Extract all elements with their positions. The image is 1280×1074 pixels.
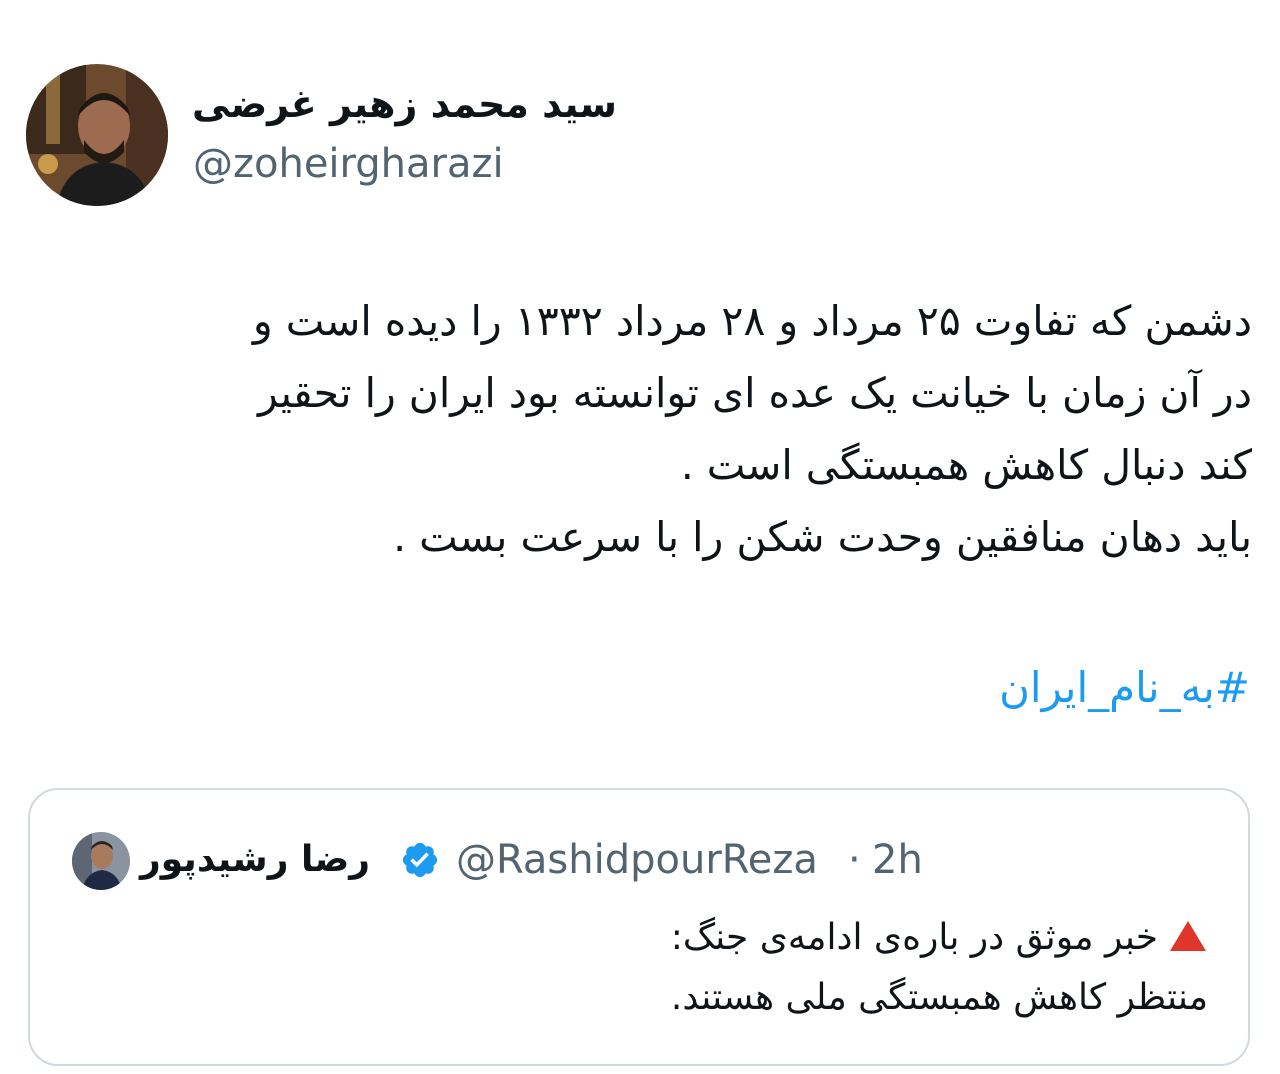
author-handle[interactable]: @zoheirgharazi [193, 138, 504, 190]
quoted-author-handle[interactable]: @RashidpourReza [456, 834, 818, 886]
author-display-name[interactable]: سید محمد زهیر غرضی [192, 78, 617, 130]
quoted-text-line: خبر موثق در باره‌ی ادامه‌ی جنگ: [108, 908, 1208, 968]
tweet-text-line: در آن زمان با خیانت یک عده ای توانسته بو… [257, 369, 1252, 417]
quoted-tweet-time[interactable]: 2h [872, 834, 923, 886]
tweet-card: سید محمد زهیر غرضی @zoheirgharazi دشمن ک… [0, 0, 1280, 1074]
quoted-tweet[interactable]: رضا رشیدپور @RashidpourReza · 2h خبر موث… [28, 788, 1250, 1066]
author-avatar[interactable] [26, 64, 168, 206]
tweet-text-line: کند دنبال کاهش همبستگی است . [680, 441, 1252, 489]
verified-badge-icon [402, 842, 438, 878]
quoted-author-avatar[interactable] [72, 832, 130, 890]
tweet-text-line: دشمن که تفاوت ۲۵ مرداد و ۲۸ مرداد ۱۳۳۲ ر… [252, 297, 1252, 345]
meta-separator: · [848, 837, 861, 883]
tweet-text-line: باید دهان منافقین وحدت شکن را با سرعت بس… [393, 513, 1252, 561]
tweet-text: دشمن که تفاوت ۲۵ مرداد و ۲۸ مرداد ۱۳۳۲ ر… [40, 285, 1252, 573]
quoted-author-name[interactable]: رضا رشیدپور [140, 834, 370, 886]
quoted-text-line: منتظر کاهش همبستگی ملی هستند. [670, 977, 1208, 1018]
quoted-tweet-text: خبر موثق در باره‌ی ادامه‌ی جنگ: منتظر کا… [108, 908, 1208, 1028]
quoted-text-first: خبر موثق در باره‌ی ادامه‌ی جنگ: [670, 917, 1158, 958]
hashtag-link[interactable]: #به_نام_ایران [999, 652, 1250, 724]
red-triangle-icon [1170, 921, 1206, 951]
